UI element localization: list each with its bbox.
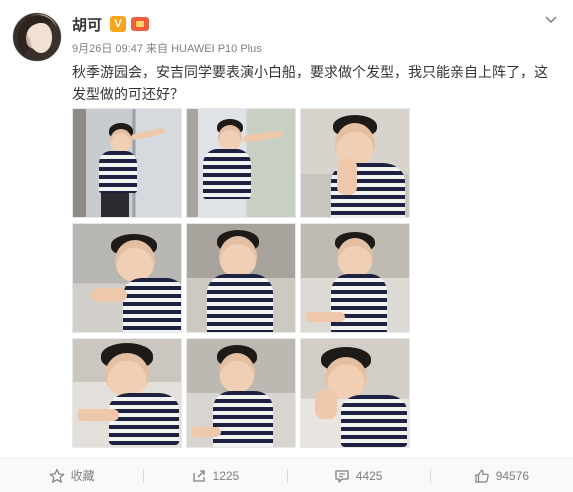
chevron-down-icon[interactable]: [543, 12, 559, 28]
photo-thumbnail-7[interactable]: [72, 338, 182, 448]
photo-thumbnail-3[interactable]: [300, 108, 410, 218]
verified-v-icon[interactable]: V: [110, 16, 127, 32]
star-svg: [49, 468, 65, 483]
post-meta: 9月26日 09:47 来自 HUAWEI P10 Plus: [72, 40, 533, 55]
like-button[interactable]: 94576: [429, 459, 573, 492]
repost-svg: [192, 469, 205, 482]
photo-thumbnail-9[interactable]: [300, 338, 410, 448]
photo-thumbnail-1[interactable]: [72, 108, 182, 218]
photo-grid: [72, 108, 410, 448]
avatar[interactable]: [12, 12, 62, 62]
member-crown-icon[interactable]: [130, 16, 150, 32]
comment-svg: [335, 469, 349, 483]
weibo-post-card: 胡可 V 9月26日 09:47 来自 HUAWEI P10 Plus 秋季游园…: [0, 0, 573, 492]
name-row: 胡可 V: [72, 14, 533, 34]
chevron-down-svg: [545, 16, 557, 24]
source-prefix: 来自: [146, 43, 168, 55]
photo-thumbnail-8[interactable]: [186, 338, 296, 448]
repost-count: 1225: [212, 468, 240, 483]
repost-icon: [191, 468, 207, 484]
repost-button[interactable]: 1225: [143, 459, 286, 492]
comment-count: 4425: [355, 468, 383, 483]
comment-icon: [334, 468, 350, 484]
post-header: 胡可 V 9月26日 09:47 来自 HUAWEI P10 Plus: [72, 14, 533, 55]
photo-thumbnail-5[interactable]: [186, 223, 296, 333]
favorite-button[interactable]: 收藏: [0, 459, 143, 492]
avatar-face: [30, 23, 52, 53]
source-device[interactable]: HUAWEI P10 Plus: [171, 43, 262, 55]
comment-button[interactable]: 4425: [286, 459, 430, 492]
thumbs-up-icon: [474, 468, 490, 484]
photo-thumbnail-4[interactable]: [72, 223, 182, 333]
crown-shape: [131, 17, 150, 31]
author-name[interactable]: 胡可: [72, 14, 102, 35]
favorite-label: 收藏: [70, 469, 95, 483]
post-timestamp[interactable]: 9月26日 09:47: [72, 43, 143, 55]
star-icon: [49, 468, 65, 484]
action-bar: 收藏 1225 4425 94576: [0, 458, 573, 492]
photo-thumbnail-2[interactable]: [186, 108, 296, 218]
thumbs-up-svg: [475, 469, 489, 483]
photo-thumbnail-6[interactable]: [300, 223, 410, 333]
post-text: 秋季游园会，安吉同学要表演小白船，要求做个发型，我只能亲自上阵了，这发型做的可还…: [72, 65, 548, 103]
like-count: 94576: [495, 468, 530, 483]
